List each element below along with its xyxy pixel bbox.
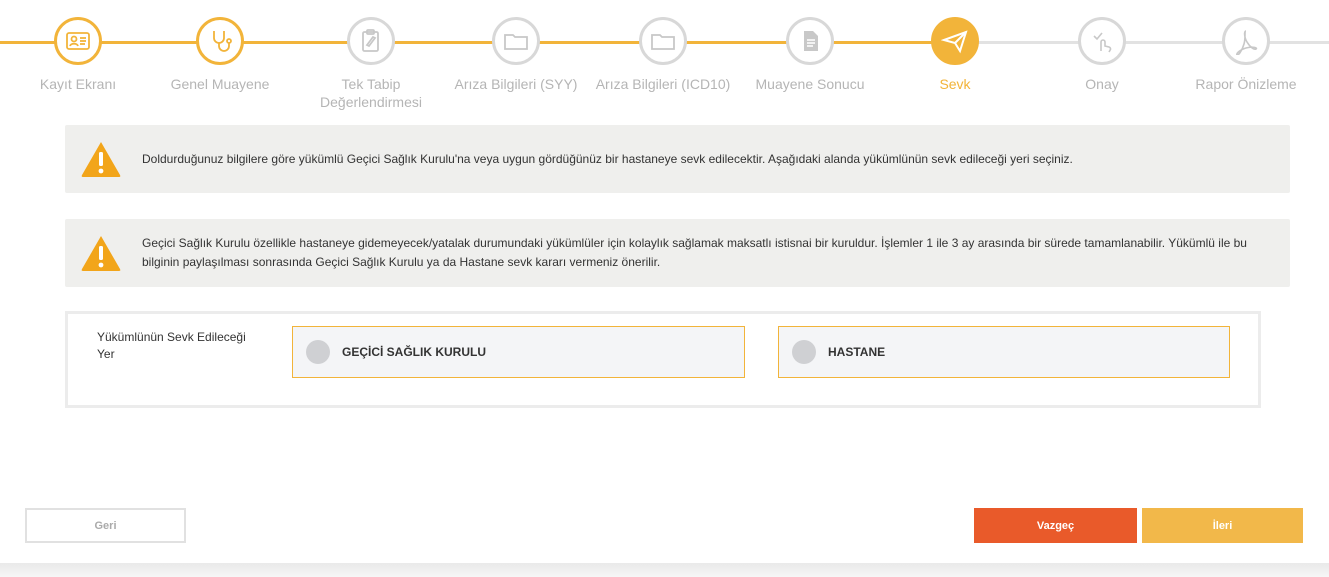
step-label: Kayıt Ekranı	[39, 76, 117, 92]
option-gecici-saglik-kurulu[interactable]: GEÇİCİ SAĞLIK KURULU	[292, 326, 745, 378]
step-ariza-icd10[interactable]: Arıza Bilgileri (ICD10)	[588, 0, 738, 93]
tap-check-icon	[1078, 17, 1126, 65]
step-label: Onay	[1085, 76, 1119, 92]
stethoscope-icon	[196, 17, 244, 65]
step-sevk[interactable]: Sevk	[880, 0, 1030, 93]
id-card-icon	[54, 17, 102, 65]
step-muayene-sonucu[interactable]: Muayene Sonucu	[735, 0, 885, 93]
step-label: Sevk	[939, 76, 971, 92]
step-label: Arıza Bilgileri (ICD10)	[595, 76, 731, 92]
step-ariza-syy[interactable]: Arıza Bilgileri (SYY)	[441, 0, 591, 93]
step-onay[interactable]: Onay	[1027, 0, 1177, 93]
step-label: Muayene Sonucu	[755, 76, 865, 92]
cancel-button[interactable]: Vazgeç	[974, 508, 1137, 543]
back-button[interactable]: Geri	[25, 508, 186, 543]
alert-message: Geçici Sağlık Kurulu özellikle hastaneye…	[142, 236, 1247, 269]
alert-message: Doldurduğunuz bilgilere göre yükümlü Geç…	[142, 151, 1073, 166]
next-button[interactable]: İleri	[1142, 508, 1303, 543]
step-label: Arıza Bilgileri (SYY)	[454, 76, 578, 92]
footer-divider	[0, 563, 1329, 577]
referral-destination-panel: Yükümlünün Sevk Edileceği Yer GEÇİCİ SAĞ…	[65, 311, 1261, 408]
step-rapor-onizleme[interactable]: Rapor Önizleme	[1171, 0, 1321, 93]
step-kayit-ekrani[interactable]: Kayıt Ekranı	[3, 0, 153, 93]
option-label: GEÇİCİ SAĞLIK KURULU	[342, 345, 486, 359]
step-label: Genel Muayene	[170, 76, 270, 92]
info-alert: Geçici Sağlık Kurulu özellikle hastaneye…	[65, 219, 1290, 287]
step-label: Rapor Önizleme	[1195, 76, 1297, 92]
document-icon	[786, 17, 834, 65]
folder-icon	[639, 17, 687, 65]
folder-icon	[492, 17, 540, 65]
paper-plane-icon	[931, 17, 979, 65]
wizard-stepper: Kayıt Ekranı Genel Muayene Tek Tabip Değ…	[0, 0, 1329, 122]
radio-button[interactable]	[306, 340, 330, 364]
option-label: HASTANE	[828, 345, 886, 359]
step-genel-muayene[interactable]: Genel Muayene	[145, 0, 295, 93]
option-hastane[interactable]: HASTANE	[778, 326, 1230, 378]
pdf-icon	[1222, 17, 1270, 65]
clipboard-icon	[347, 17, 395, 65]
radio-button[interactable]	[792, 340, 816, 364]
info-alert: Doldurduğunuz bilgilere göre yükümlü Geç…	[65, 125, 1290, 193]
warning-icon	[81, 236, 121, 271]
step-label: Tek Tabip Değerlendirmesi	[320, 76, 422, 110]
step-tek-tabip[interactable]: Tek Tabip Değerlendirmesi	[296, 0, 446, 111]
referral-destination-label: Yükümlünün Sevk Edileceği Yer	[97, 330, 246, 361]
warning-icon	[81, 142, 121, 177]
